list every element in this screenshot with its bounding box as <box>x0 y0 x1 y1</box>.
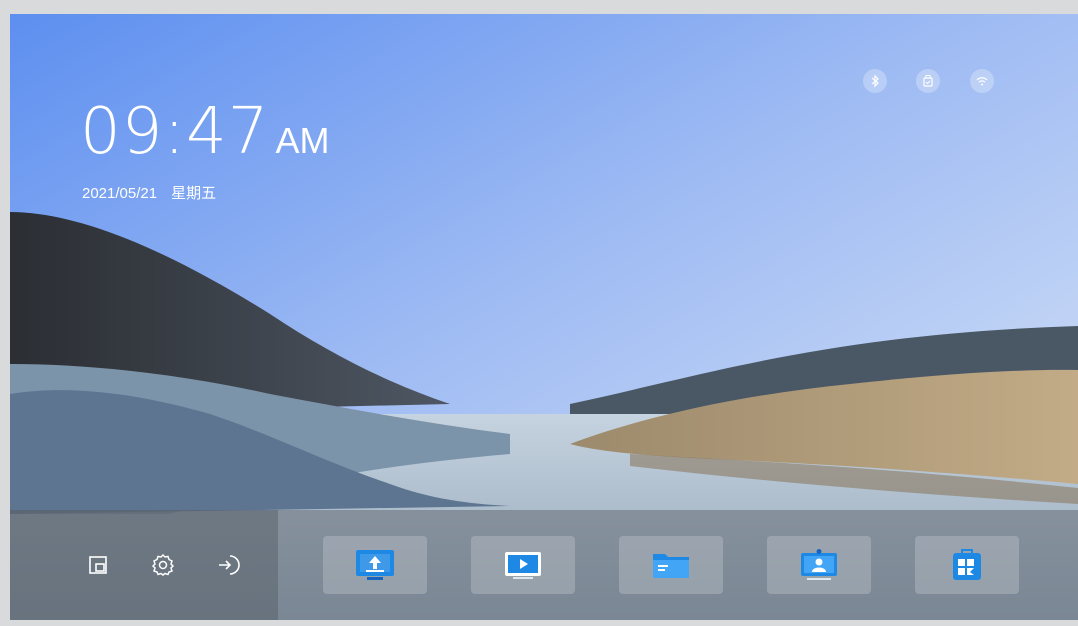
date-text: 2021/05/21 <box>82 185 158 202</box>
window-switch-icon[interactable] <box>83 550 113 580</box>
clock-ampm: AM <box>275 120 330 161</box>
input-source-icon[interactable] <box>213 550 243 580</box>
dock <box>10 510 1078 620</box>
bluetooth-icon[interactable] <box>863 69 887 93</box>
file-manager-app[interactable] <box>619 536 723 594</box>
wifi-icon[interactable] <box>970 69 994 93</box>
video-conference-app[interactable] <box>767 536 871 594</box>
screen-share-app[interactable] <box>323 536 427 594</box>
video-conference-icon <box>801 549 837 580</box>
desktop-screen: 09:47 AM 2021/05/21 星期五 <box>10 14 1078 620</box>
weekday-text: 星期五 <box>171 185 217 202</box>
media-player-icon <box>505 552 541 579</box>
system-button-group <box>10 510 278 620</box>
date-display: 2021/05/21 星期五 <box>82 182 216 203</box>
clock: 09:47 AM <box>80 100 329 164</box>
app-store-app[interactable] <box>915 536 1019 594</box>
app-store-icon <box>953 549 981 580</box>
usb-storage-icon[interactable] <box>916 69 940 93</box>
settings-icon[interactable] <box>148 550 178 580</box>
screen-share-icon <box>356 550 394 580</box>
media-player-app[interactable] <box>471 536 575 594</box>
folder-icon <box>653 554 689 578</box>
clock-time: 09:47 <box>80 95 270 169</box>
